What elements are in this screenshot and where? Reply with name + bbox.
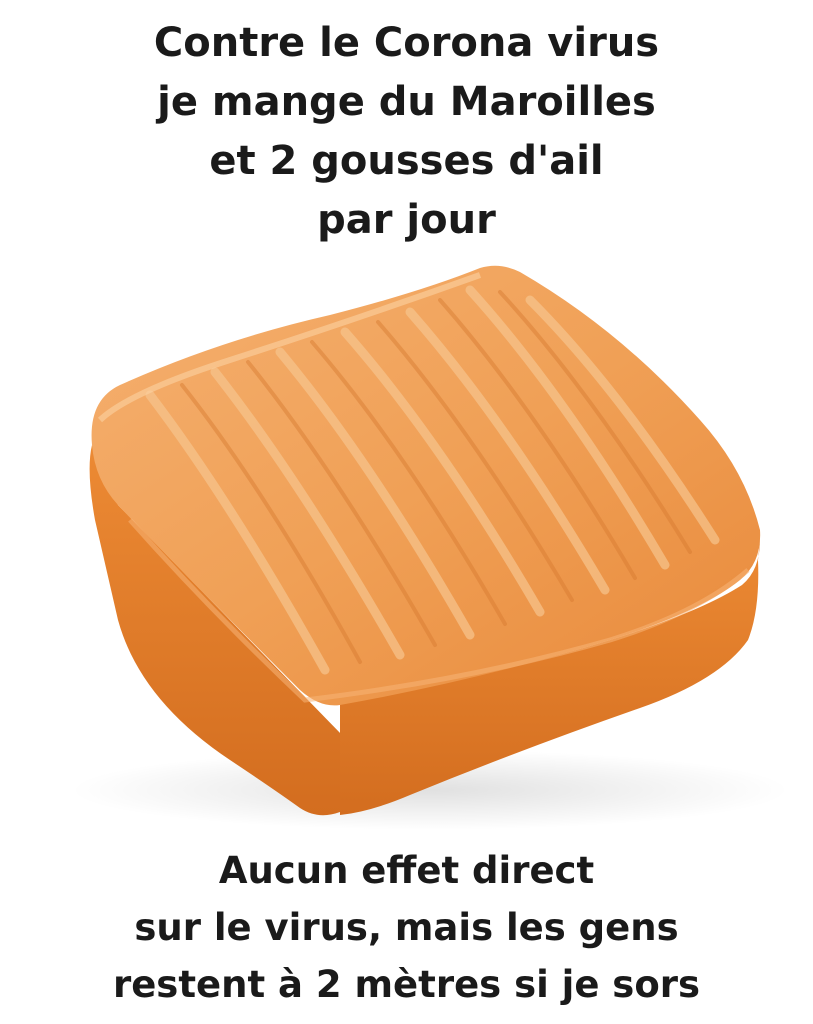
top-caption-line: je mange du Maroilles	[157, 79, 656, 125]
top-caption: Contre le Corona virus je mange du Maroi…	[0, 14, 813, 250]
bottom-caption-line: sur le virus, mais les gens	[134, 906, 679, 949]
cheese-front-face	[89, 445, 344, 816]
cheese-shadow	[70, 750, 790, 830]
bottom-caption-line: restent à 2 mètres si je sors	[112, 963, 701, 1006]
bottom-caption: Aucun effet direct sur le virus, mais le…	[0, 842, 813, 1013]
bottom-caption-line: Aucun effet direct	[218, 849, 595, 892]
top-caption-line: Contre le Corona virus	[153, 20, 660, 66]
cheese-top-face	[91, 265, 761, 706]
top-caption-line: par jour	[317, 197, 496, 243]
top-caption-line: et 2 gousses d'ail	[209, 138, 604, 184]
cheese-side-face	[340, 540, 760, 815]
